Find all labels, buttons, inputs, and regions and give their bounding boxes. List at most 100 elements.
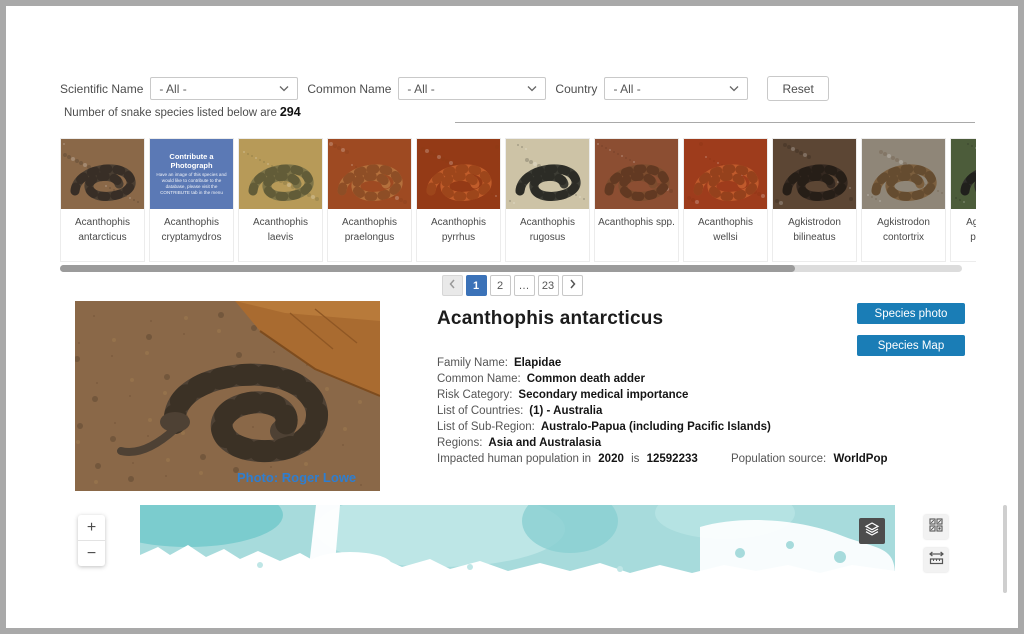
snake-species-app-window: Scientific Name - All - Common Name - Al… — [0, 0, 1024, 634]
species-card-name[interactable]: Acanthophis rugosus — [506, 209, 589, 245]
species-thumbnail[interactable] — [328, 139, 411, 209]
field-label: Family Name: — [437, 357, 508, 369]
field-label: List of Countries: — [437, 405, 523, 417]
species-card-name[interactable]: Agkistrodon contortrix — [862, 209, 945, 245]
species-thumbnail[interactable] — [506, 139, 589, 209]
pagination-next-button[interactable] — [562, 275, 583, 296]
species-thumbnail[interactable] — [417, 139, 500, 209]
species-card[interactable]: Agkistrodon contortrix — [861, 138, 946, 262]
species-card[interactable]: Acanthophis rugosus — [505, 138, 590, 262]
carousel-scrollbar[interactable] — [60, 265, 962, 272]
common-name-select[interactable]: - All - — [398, 77, 546, 100]
species-thumbnail[interactable] — [684, 139, 767, 209]
scientific-name-label: Scientific Name — [60, 82, 143, 96]
species-card-name[interactable]: Agkistrodon piscivorus — [951, 209, 976, 245]
carousel-scrollbar-thumb[interactable] — [60, 265, 795, 272]
map-zoom-control: + − — [78, 515, 105, 566]
species-card-name[interactable]: Acanthophis spp. — [595, 209, 678, 231]
species-card[interactable]: Agkistrodon bilineatus — [772, 138, 857, 262]
species-range-map[interactable] — [140, 505, 895, 575]
species-card-name[interactable]: Acanthophis wellsi — [684, 209, 767, 245]
scientific-name-select[interactable]: - All - — [150, 77, 298, 100]
common-name-label: Common Name — [307, 82, 391, 96]
pagination-page-button[interactable]: 2 — [490, 275, 511, 296]
species-card[interactable]: Acanthophis antarcticus — [60, 138, 145, 262]
reset-button[interactable]: Reset — [767, 76, 828, 101]
pagination-prev-button[interactable] — [442, 275, 463, 296]
layers-icon — [864, 521, 880, 542]
population-prefix: Impacted human population in — [437, 453, 591, 465]
species-photo: Photo: Roger Lowe — [75, 301, 380, 491]
chevron-down-icon — [527, 85, 537, 92]
photo-credit: Photo: Roger Lowe — [237, 470, 356, 485]
zoom-out-button[interactable]: − — [78, 541, 105, 566]
species-map-button[interactable]: Species Map — [857, 335, 965, 356]
population-value: 12592233 — [647, 453, 698, 465]
country-value: - All - — [613, 82, 640, 96]
field-label: Regions: — [437, 437, 482, 449]
species-card-name[interactable]: Acanthophis antarcticus — [61, 209, 144, 245]
pagination: 12…23 — [6, 275, 1018, 296]
pagination-page-button[interactable]: 23 — [538, 275, 559, 296]
species-card[interactable]: Agkistrodon piscivorus — [950, 138, 976, 262]
species-carousel: Acanthophis antarcticusContribute a Phot… — [60, 138, 976, 262]
species-thumbnail[interactable] — [773, 139, 856, 209]
field-label: Risk Category: — [437, 389, 512, 401]
chevron-right-icon — [568, 279, 577, 292]
chevron-left-icon — [448, 279, 457, 292]
species-card[interactable]: Acanthophis laevis — [238, 138, 323, 262]
population-source-label: Population source: — [731, 453, 826, 465]
detail-field-row: Risk Category: Secondary medical importan… — [437, 387, 867, 403]
species-card-name[interactable]: Acanthophis laevis — [239, 209, 322, 245]
species-thumbnail[interactable] — [951, 139, 976, 209]
species-card-name[interactable]: Acanthophis praelongus — [328, 209, 411, 245]
species-thumbnail[interactable] — [862, 139, 945, 209]
field-value: Common death adder — [527, 373, 645, 385]
population-connector: is — [631, 453, 639, 465]
contribute-photo-placeholder[interactable]: Contribute a Photograph Have an image of … — [150, 139, 233, 209]
species-card-name[interactable]: Acanthophis pyrrhus — [417, 209, 500, 245]
species-card[interactable]: Contribute a Photograph Have an image of … — [149, 138, 234, 262]
pagination-page-button[interactable]: … — [514, 275, 535, 296]
basemap-gallery-button[interactable] — [924, 515, 948, 539]
species-count-line: Number of snake species listed below are… — [64, 105, 301, 119]
species-count-number: 294 — [280, 105, 301, 119]
country-select[interactable]: - All - — [604, 77, 748, 100]
contribute-title: Contribute a Photograph — [153, 152, 230, 170]
measure-button[interactable] — [924, 548, 948, 572]
population-year: 2020 — [598, 453, 624, 465]
detail-field-row: Family Name:Elapidae — [437, 355, 867, 371]
basemap-grid-icon — [929, 518, 943, 537]
detail-field-row: List of Sub-Region:Australo-Papua (inclu… — [437, 419, 867, 435]
field-value: Asia and Australasia — [488, 437, 601, 449]
measure-icon — [929, 551, 944, 570]
species-card[interactable]: Acanthophis spp. — [594, 138, 679, 262]
species-photo-button[interactable]: Species photo — [857, 303, 965, 324]
species-detail-title: Acanthophis antarcticus — [437, 308, 663, 330]
field-label: Common Name: — [437, 373, 521, 385]
chevron-down-icon — [729, 85, 739, 92]
species-card[interactable]: Acanthophis pyrrhus — [416, 138, 501, 262]
species-photo-image: Photo: Roger Lowe — [75, 301, 380, 491]
species-thumbnail[interactable] — [61, 139, 144, 209]
common-name-value: - All - — [407, 82, 434, 96]
population-source-value: WorldPop — [833, 453, 887, 465]
species-card[interactable]: Acanthophis praelongus — [327, 138, 412, 262]
species-card-name[interactable]: Acanthophis cryptamydros — [150, 209, 233, 245]
detail-field-row: Regions: Asia and Australasia — [437, 435, 867, 451]
population-row: Impacted human population in 2020 is 125… — [437, 451, 892, 467]
pagination-page-button[interactable]: 1 — [466, 275, 487, 296]
page-scrollbar[interactable] — [1003, 505, 1007, 593]
layers-button[interactable] — [859, 518, 885, 544]
field-value: Secondary medical importance — [518, 389, 688, 401]
detail-field-row: List of Countries:(1) - Australia — [437, 403, 867, 419]
chevron-down-icon — [279, 85, 289, 92]
detail-fields: Family Name:Elapidae Common Name: Common d… — [437, 355, 867, 451]
zoom-in-button[interactable]: + — [78, 515, 105, 540]
species-card[interactable]: Acanthophis wellsi — [683, 138, 768, 262]
species-thumbnail[interactable] — [595, 139, 678, 209]
contribute-body: Have an image of this species and would … — [153, 172, 230, 197]
filter-bar: Scientific Name - All - Common Name - Al… — [60, 76, 829, 101]
species-card-name[interactable]: Agkistrodon bilineatus — [773, 209, 856, 245]
species-thumbnail[interactable] — [239, 139, 322, 209]
